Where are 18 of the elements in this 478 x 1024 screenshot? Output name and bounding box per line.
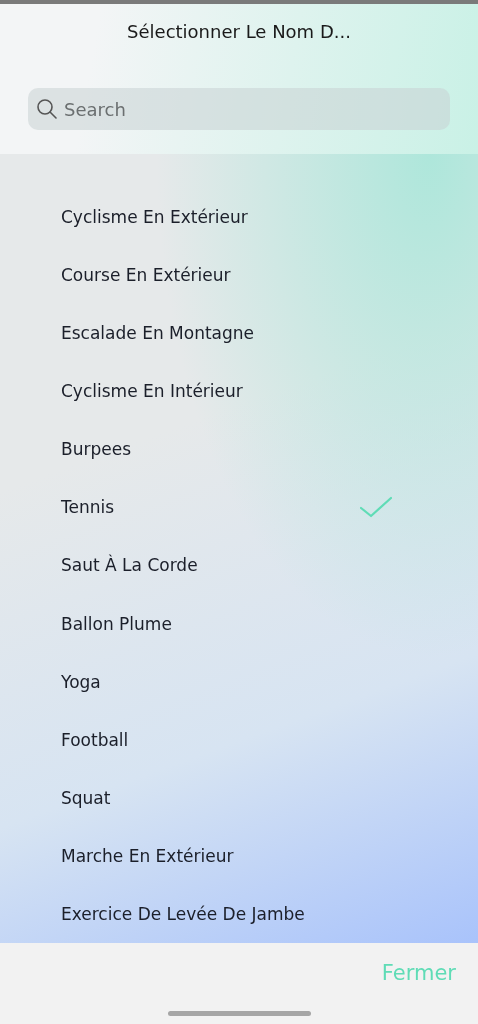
window-title: Sélectionner Le Nom D...	[127, 21, 351, 44]
list-item[interactable]: Course En Extérieur	[0, 245, 478, 305]
list-item[interactable]: Marche En Extérieur	[0, 826, 478, 885]
list-item[interactable]: Burpees	[0, 420, 478, 479]
list-item[interactable]: Football	[0, 710, 478, 769]
list-item[interactable]: Exercice De Levée De Jambe	[0, 885, 478, 944]
list-item[interactable]: Cyclisme En Extérieur	[0, 187, 478, 246]
search-icon	[36, 98, 58, 120]
search-input[interactable]: Search	[62, 97, 442, 121]
list-item[interactable]: Escalade En Montagne	[0, 304, 478, 363]
list-item[interactable]: Cyclisme En Intérieur	[0, 362, 478, 421]
list-item[interactable]: Squat	[0, 768, 478, 827]
checkmark-icon	[360, 496, 392, 519]
list-item[interactable]: Saut À La Corde	[0, 536, 478, 595]
search-field[interactable]: Search	[28, 88, 450, 130]
list-item[interactable]: Ballon Plume	[0, 594, 478, 653]
list-item[interactable]: Yoga	[0, 652, 478, 711]
list-item[interactable]: Tennis	[0, 478, 478, 537]
